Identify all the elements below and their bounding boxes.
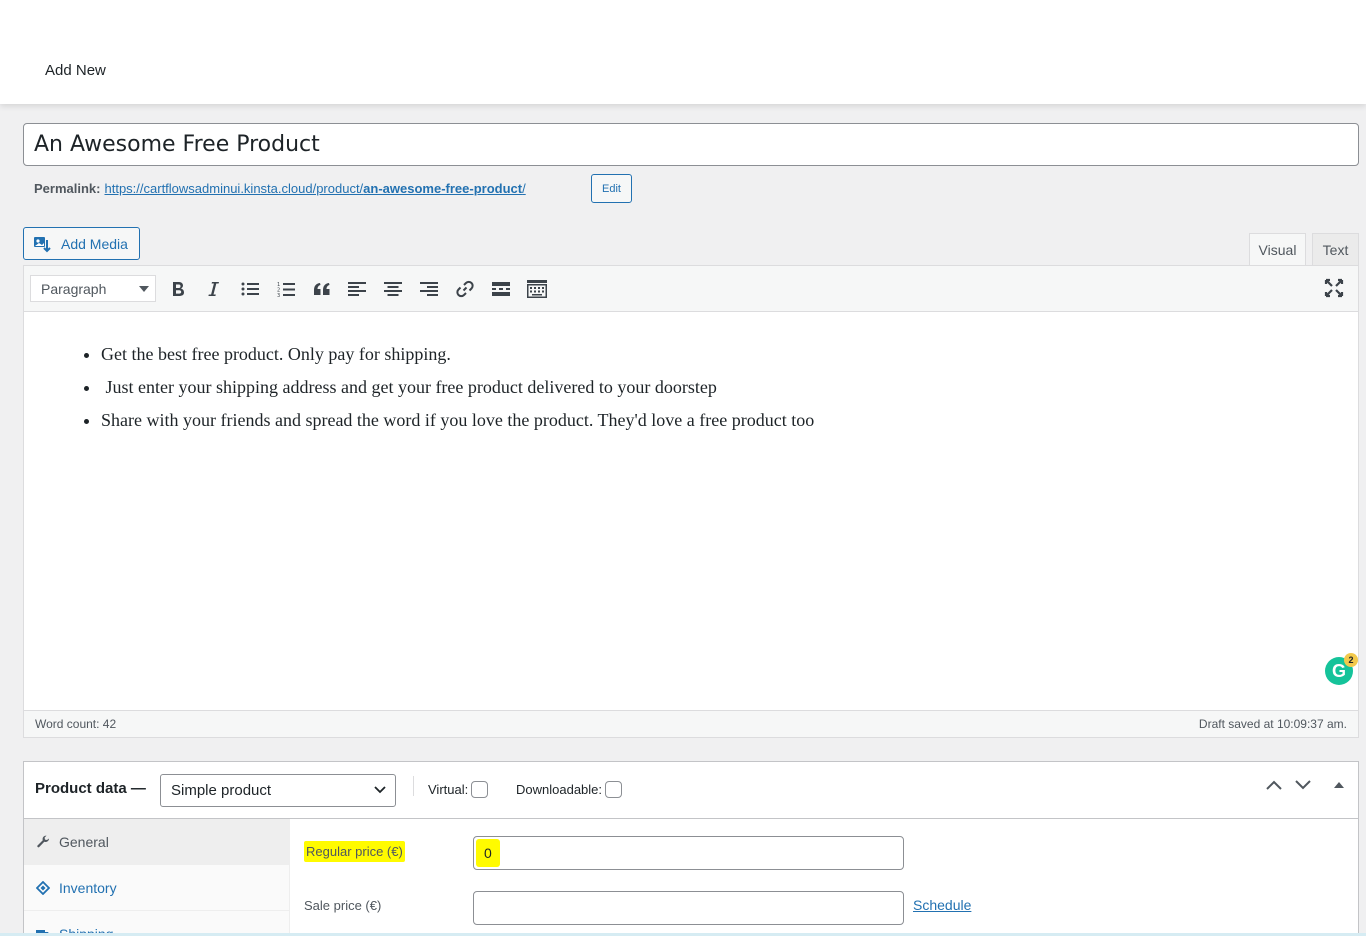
- svg-text:3: 3: [277, 293, 280, 298]
- virtual-checkbox[interactable]: [471, 781, 489, 798]
- tab-inventory[interactable]: Inventory: [24, 865, 289, 911]
- align-left-icon[interactable]: [346, 278, 368, 300]
- chevron-up-icon[interactable]: [1266, 780, 1282, 790]
- post-title-input[interactable]: An Awesome Free Product: [23, 123, 1359, 166]
- tab-inventory-label: Inventory: [59, 879, 117, 896]
- virtual-label: Virtual:: [428, 782, 469, 797]
- add-media-label: Add Media: [61, 235, 128, 252]
- align-right-icon[interactable]: [418, 278, 440, 300]
- editor-content[interactable]: Get the best free product. Only pay for …: [24, 313, 1358, 711]
- regular-price-input[interactable]: 0: [473, 836, 904, 870]
- italic-icon[interactable]: [202, 278, 224, 300]
- tab-visual[interactable]: Visual: [1249, 233, 1306, 266]
- downloadable-label: Downloadable:: [516, 782, 603, 797]
- downloadable-checkbox[interactable]: [605, 781, 623, 798]
- tab-text[interactable]: Text: [1312, 233, 1359, 266]
- chevron-down-icon[interactable]: [1295, 780, 1311, 790]
- box-controls: [1266, 780, 1346, 790]
- tab-general[interactable]: General: [24, 819, 289, 865]
- grammarly-letter: G: [1331, 660, 1346, 681]
- draft-saved-status: Draft saved at 10:09:37 am.: [1198, 717, 1347, 731]
- downloadable-checkbox-label[interactable]: Downloadable:: [516, 781, 623, 798]
- divider: [413, 776, 414, 796]
- wrench-icon: [37, 835, 50, 847]
- format-select[interactable]: Paragraph: [30, 275, 156, 302]
- top-header: Add New: [0, 0, 1366, 104]
- blockquote-icon[interactable]: [311, 278, 333, 300]
- bullet-list-icon[interactable]: [239, 278, 261, 300]
- sale-price-label: Sale price (€): [304, 898, 382, 913]
- grammarly-badge: 2: [1344, 653, 1358, 667]
- align-center-icon[interactable]: [382, 278, 404, 300]
- regular-price-value: 0: [476, 839, 500, 867]
- word-count: Word count: 42: [35, 717, 117, 731]
- add-media-button[interactable]: Add Media: [23, 227, 140, 260]
- link-icon[interactable]: [454, 278, 476, 300]
- editor-status-bar: Word count: 42 Draft saved at 10:09:37 a…: [24, 710, 1358, 737]
- grammarly-icon[interactable]: G 2: [1325, 653, 1358, 685]
- product-type-value: Simple product: [171, 782, 272, 799]
- bullet-list: Get the best free product. Only pay for …: [101, 343, 814, 442]
- permalink-link[interactable]: https://cartflowsadminui.kinsta.cloud/pr…: [104, 181, 525, 196]
- product-data-box: Product data — Simple product Virtual: D…: [23, 761, 1359, 936]
- permalink-slug: an-awesome-free-product: [363, 181, 523, 196]
- regular-price-label: Regular price (€): [304, 841, 405, 862]
- permalink-trail: /: [522, 181, 526, 196]
- collapse-toggle-icon[interactable]: [1332, 780, 1346, 790]
- bold-icon[interactable]: [167, 278, 189, 300]
- product-type-select[interactable]: Simple product: [160, 774, 396, 807]
- permalink-base: https://cartflowsadminui.kinsta.cloud/pr…: [104, 181, 364, 196]
- list-item: Share with your friends and spread the w…: [101, 409, 814, 431]
- toolbar-toggle-icon[interactable]: [526, 278, 548, 300]
- product-data-tabs: General Inventory Shipping: [24, 819, 290, 936]
- virtual-checkbox-label[interactable]: Virtual:: [428, 781, 489, 798]
- sale-price-input[interactable]: [473, 891, 904, 925]
- list-item: Just enter your shipping address and get…: [101, 376, 814, 398]
- format-select-value: Paragraph: [41, 281, 107, 297]
- fullscreen-icon[interactable]: [1324, 278, 1346, 300]
- add-media-icon: [34, 236, 51, 252]
- tab-general-label: General: [59, 833, 109, 850]
- content-editor: Paragraph 123 • Get the best free produc…: [23, 265, 1359, 738]
- numbered-list-icon[interactable]: 123: [275, 278, 297, 300]
- permalink-label: Permalink:: [34, 181, 101, 196]
- product-data-label: Product data —: [35, 780, 146, 797]
- page-title: Add New: [45, 62, 106, 79]
- chevron-down-icon: [139, 286, 149, 292]
- product-data-header: Product data — Simple product Virtual: D…: [24, 762, 1358, 819]
- chevron-down-icon: [374, 786, 386, 794]
- permalink-edit-button[interactable]: Edit: [591, 174, 632, 203]
- list-item: Get the best free product. Only pay for …: [101, 343, 814, 365]
- editor-toolbar: Paragraph 123: [24, 266, 1358, 312]
- tag-icon: [36, 880, 50, 895]
- schedule-link[interactable]: Schedule: [913, 897, 971, 913]
- permalink-row: Permalink: https://cartflowsadminui.kins…: [34, 174, 632, 203]
- read-more-icon[interactable]: [490, 278, 512, 300]
